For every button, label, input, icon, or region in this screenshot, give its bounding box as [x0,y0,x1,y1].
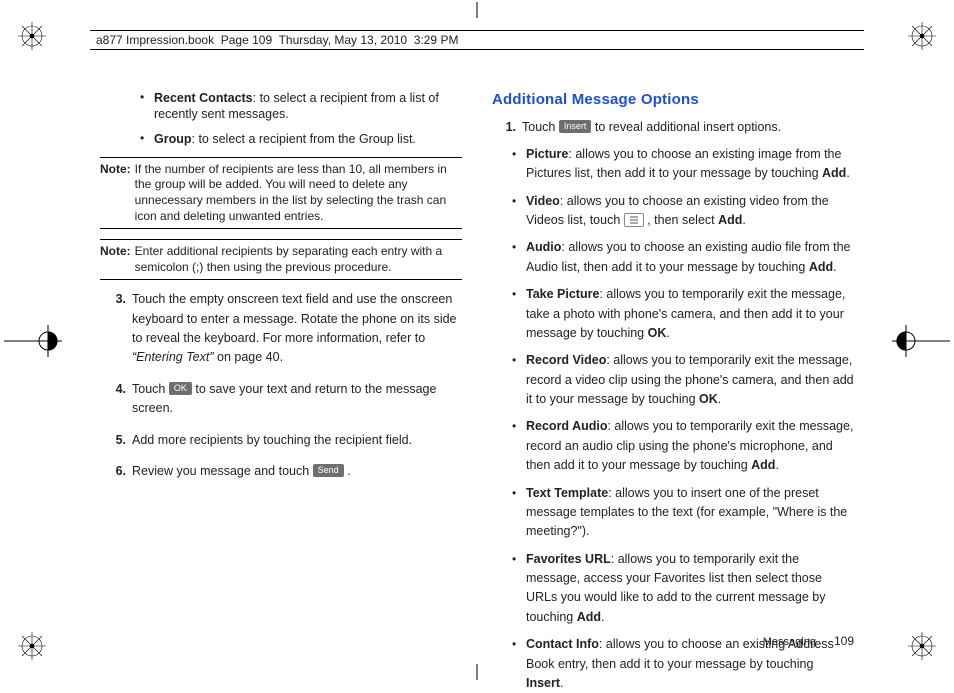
bold: Add [751,458,775,472]
step-5: 5. Add more recipients by touching the r… [132,431,462,450]
note-text: If the number of recipients are less tha… [135,162,462,224]
list-item: Record Video: allows you to temporarily … [526,351,854,409]
step-number: 1. [492,118,516,137]
step-text: Add more recipients by touching the reci… [132,433,412,447]
content-area: Recent Contacts : to select a recipient f… [100,90,854,622]
bold: Add [822,166,846,180]
desc2: , then select [644,213,718,227]
step-text: Touch [132,382,169,396]
page-footer: Messaging 109 [763,634,854,648]
bold: OK [699,392,718,406]
tail: . [718,392,721,406]
list-item: Favorites URL: allows you to temporarily… [526,550,854,628]
reg-tick-top [477,2,478,18]
tail: . [742,213,745,227]
list-item: Take Picture: allows you to temporarily … [526,285,854,343]
term: Group [154,132,192,146]
recipient-type-list: Recent Contacts : to select a recipient f… [100,90,462,147]
insert-button-icon: Insert [559,120,592,133]
note-box: Note: Enter additional recipients by sep… [100,239,462,280]
term: Picture [526,147,568,161]
page: a877 Impression.book Page 109 Thursday, … [0,0,954,682]
desc: : allows you to choose an existing image… [526,147,841,180]
insert-options-list: Picture: allows you to choose an existin… [522,145,854,693]
steps-list-right: 1. Touch Insert to reveal additional ins… [492,118,854,693]
list-item: Video: allows you to choose an existing … [526,192,854,231]
menu-icon [624,213,644,227]
note-label: Note: [100,162,131,224]
list-item: Picture: allows you to choose an existin… [526,145,854,184]
reg-star-tl [18,22,46,50]
reg-star-tr [908,22,936,50]
term: Recent Contacts [154,91,253,105]
cross-reference: “Entering Text” [132,350,214,364]
note-text: Enter additional recipients by separatin… [135,244,462,275]
term: Contact Info [526,637,599,651]
step-text-tail: on page 40. [217,350,283,364]
tail: . [846,166,849,180]
step-3: 3. Touch the empty onscreen text field a… [132,290,462,368]
footer-section: Messaging [763,636,816,648]
bold: OK [648,326,667,340]
tail: . [560,676,563,690]
term: Favorites URL [526,552,611,566]
reg-cross-left [4,321,62,361]
desc: : allows you to choose an existing audio… [526,240,850,273]
tail: . [601,610,604,624]
list-item: Recent Contacts: to select a recipient f… [154,90,462,123]
step-1: 1. Touch Insert to reveal additional ins… [522,118,854,693]
list-item: Group: to select a recipient from the Gr… [154,131,462,147]
term: Take Picture [526,287,599,301]
list-item: Record Audio: allows you to temporarily … [526,417,854,475]
step-number: 5. [102,431,126,450]
term: Record Video [526,353,606,367]
term: Audio [526,240,561,254]
reg-tick-bottom [477,664,478,680]
reg-cross-right [892,321,950,361]
tail: . [833,260,836,274]
list-item: Text Template: allows you to insert one … [526,484,854,542]
term: Record Audio [526,419,607,433]
bold: Add [577,610,601,624]
bold: Add [809,260,833,274]
desc: : to select a recipient from the Group l… [192,132,416,146]
step-4: 4. Touch OK to save your text and return… [132,380,462,419]
page-header: a877 Impression.book Page 109 Thursday, … [90,30,864,50]
step-number: 4. [102,380,126,399]
bold: Add [718,213,742,227]
tail: . [775,458,778,472]
left-column: Recent Contacts : to select a recipient f… [100,90,462,622]
note-label: Note: [100,244,131,275]
step-number: 3. [102,290,126,309]
step-text: Review you message and touch [132,464,313,478]
bold: Insert [526,676,560,690]
reg-star-br [908,632,936,660]
tail: . [666,326,669,340]
send-button-icon: Send [313,464,344,477]
step-text: to reveal additional insert options. [595,120,781,134]
note-box: Note: If the number of recipients are le… [100,157,462,229]
step-6: 6. Review you message and touch Send . [132,462,462,481]
term: Video [526,194,560,208]
reg-star-bl [18,632,46,660]
page-header-text: a877 Impression.book Page 109 Thursday, … [96,33,458,47]
ok-button-icon: OK [169,382,192,395]
step-text: . [347,464,350,478]
term: Text Template [526,486,608,500]
section-heading: Additional Message Options [492,90,854,110]
list-item: Audio: allows you to choose an existing … [526,238,854,277]
right-column: Additional Message Options 1. Touch Inse… [492,90,854,622]
step-text: Touch the empty onscreen text field and … [132,292,457,345]
step-number: 6. [102,462,126,481]
footer-page-number: 109 [834,634,854,648]
step-text: Touch [522,120,559,134]
steps-list: 3. Touch the empty onscreen text field a… [100,290,462,481]
